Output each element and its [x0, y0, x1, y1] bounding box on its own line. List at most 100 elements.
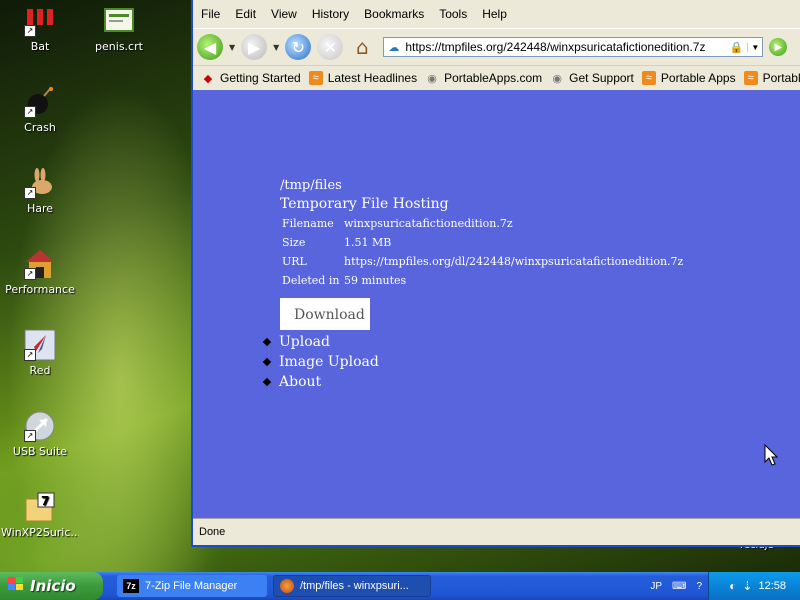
bookmark-get-support[interactable]: ◉ Get Support	[550, 71, 634, 85]
bookmark-label: Portable Apps News	[762, 71, 800, 85]
navigation-toolbar: ◀ ▼ ▶ ▼ ↻ ✕ ⌂ ☁ https://tmpfiles.org/242…	[193, 28, 800, 65]
forward-history-dropdown[interactable]: ▼	[273, 43, 279, 52]
globe-icon: ◉	[427, 72, 437, 85]
clock[interactable]: 12:58	[758, 580, 786, 592]
desktop-icon-label: WinXP2Suric...	[1, 526, 79, 539]
back-button[interactable]: ◀	[197, 34, 223, 60]
desktop-icon-label: Performance	[5, 283, 75, 296]
menu-history[interactable]: History	[312, 7, 349, 21]
site-subtitle: Temporary File Hosting	[280, 196, 449, 212]
windows-flag-icon	[8, 577, 24, 595]
address-bar[interactable]: ☁ https://tmpfiles.org/242448/winxpsuric…	[383, 37, 764, 57]
bookmark-portable-apps[interactable]: ≈ Portable Apps	[641, 71, 736, 85]
bookmark-label: Latest Headlines	[327, 71, 418, 85]
desktop-icon-label: Hare	[26, 202, 54, 215]
info-key: Filename	[282, 217, 334, 230]
nav-link-image-upload[interactable]: Image Upload	[279, 354, 379, 370]
bookmarks-toolbar: ◆ Getting Started ≈ Latest Headlines ◉ Port…	[193, 65, 800, 91]
list-item: About	[262, 372, 683, 392]
desktop-icon-7z-archive[interactable]: 7 WinXP2Suric...	[1, 491, 79, 539]
help-icon[interactable]: ?	[696, 581, 702, 592]
stop-icon: ✕	[323, 37, 338, 57]
back-history-dropdown[interactable]: ▼	[229, 43, 235, 52]
menu-bookmarks[interactable]: Bookmarks	[364, 7, 424, 21]
url-text[interactable]: https://tmpfiles.org/242448/winxpsuricat…	[405, 40, 729, 54]
rss-icon: ≈	[641, 71, 656, 85]
info-value-url[interactable]: https://tmpfiles.org/dl/242448/winxpsuri…	[344, 252, 683, 271]
menu-view[interactable]: View	[271, 7, 297, 21]
url-history-dropdown[interactable]: ▼	[747, 42, 762, 52]
forward-arrow-icon: ▶	[248, 37, 261, 57]
rss-icon: ≈	[308, 71, 323, 85]
info-key: Deleted in	[282, 274, 340, 287]
desktop-icon-usb-suite[interactable]: ↗ USB Suite	[1, 410, 79, 458]
home-button[interactable]: ⌂	[349, 34, 375, 60]
firefox-icon	[280, 579, 294, 593]
system-tray: ◐ ⇣ 12:58	[708, 572, 800, 600]
menu-tools[interactable]: Tools	[439, 7, 467, 21]
nav-link-upload[interactable]: Upload	[279, 334, 330, 350]
taskbar-item-7zip[interactable]: 7z 7-Zip File Manager	[117, 575, 267, 597]
reload-button[interactable]: ↻	[285, 34, 312, 60]
reload-icon: ↻	[291, 37, 306, 57]
rocket-icon: ↗	[24, 329, 56, 361]
table-row: Filename winxpsuricatafictionedition.7z	[282, 214, 683, 233]
language-bar: JP ⌨ ?	[640, 581, 702, 592]
keyboard-icon[interactable]: ⌨	[672, 581, 686, 592]
table-row: URL https://tmpfiles.org/dl/242448/winxp…	[282, 252, 683, 271]
menu-help[interactable]: Help	[482, 7, 507, 21]
doghouse-icon: ↗	[24, 248, 56, 280]
site-cloud-icon: ☁	[388, 41, 400, 54]
desktop-icon-certificate[interactable]: penis.crt	[80, 5, 158, 53]
bullet-icon	[262, 337, 272, 347]
bomb-icon: ↗	[24, 86, 56, 118]
lock-icon: 🔒	[729, 41, 744, 54]
go-button[interactable]: ▶	[769, 38, 788, 56]
info-value: winxpsuricatafictionedition.7z	[344, 217, 513, 230]
bookmark-label: Get Support	[569, 71, 634, 85]
bookmark-portableapps-com[interactable]: ◉ PortableApps.com	[425, 71, 542, 85]
forward-button[interactable]: ▶	[241, 34, 268, 60]
taskbar: Inicio 7z 7-Zip File Manager /tmp/files …	[0, 572, 800, 600]
bookmark-portable-apps-news[interactable]: ≈ Portable Apps News	[743, 71, 800, 85]
safely-remove-icon[interactable]: ⇣	[742, 579, 752, 593]
7zip-icon: 7z	[123, 579, 139, 593]
status-bar: Done	[193, 518, 800, 545]
bullet-icon	[262, 357, 272, 367]
info-value: 59 minutes	[344, 274, 407, 287]
desktop-icon-label: Bat	[30, 40, 50, 53]
nav-link-about[interactable]: About	[279, 374, 321, 390]
language-indicator[interactable]: JP	[650, 581, 662, 592]
page-content: /tmp/files Temporary File Hosting Filena…	[193, 90, 800, 518]
start-button[interactable]: Inicio	[0, 572, 103, 600]
bookmark-label: Getting Started	[220, 71, 301, 85]
mouse-pointer-icon	[764, 443, 779, 469]
desktop-icon-crash[interactable]: ↗ Crash	[1, 86, 79, 134]
status-text: Done	[199, 526, 226, 538]
download-button[interactable]: Download	[280, 298, 370, 330]
desktop-icon-label: USB Suite	[12, 445, 68, 458]
certificate-icon	[103, 5, 135, 37]
desktop-icon-label: penis.crt	[95, 40, 143, 53]
bookmark-latest-headlines[interactable]: ≈ Latest Headlines	[308, 71, 418, 85]
task-label: 7-Zip File Manager	[145, 580, 238, 592]
svg-text:7: 7	[41, 494, 49, 508]
table-row: Deleted in 59 minutes	[282, 271, 683, 290]
redhat-icon: ◆	[203, 72, 213, 85]
desktop-icon-red[interactable]: ↗ Red	[1, 329, 79, 377]
desktop-icon-performance[interactable]: ↗ Performance	[1, 248, 79, 296]
info-value: 1.51 MB	[344, 236, 392, 249]
stop-button[interactable]: ✕	[317, 34, 344, 60]
battery-icon: ↗	[24, 5, 56, 37]
desktop-icon-hare[interactable]: ↗ Hare	[1, 167, 79, 215]
menu-edit[interactable]: Edit	[235, 7, 256, 21]
list-item: Image Upload	[262, 352, 683, 372]
network-icon[interactable]: ◐	[729, 579, 736, 593]
desktop-icon-bat[interactable]: ↗ Bat	[1, 5, 79, 53]
desktop-icon-label: Red	[29, 364, 51, 377]
menu-file[interactable]: File	[201, 7, 220, 21]
site-title[interactable]: /tmp/files	[280, 178, 683, 193]
task-label: /tmp/files - winxpsuri...	[300, 580, 409, 592]
taskbar-item-firefox[interactable]: /tmp/files - winxpsuri...	[273, 575, 431, 597]
bookmark-getting-started[interactable]: ◆ Getting Started	[201, 71, 301, 85]
